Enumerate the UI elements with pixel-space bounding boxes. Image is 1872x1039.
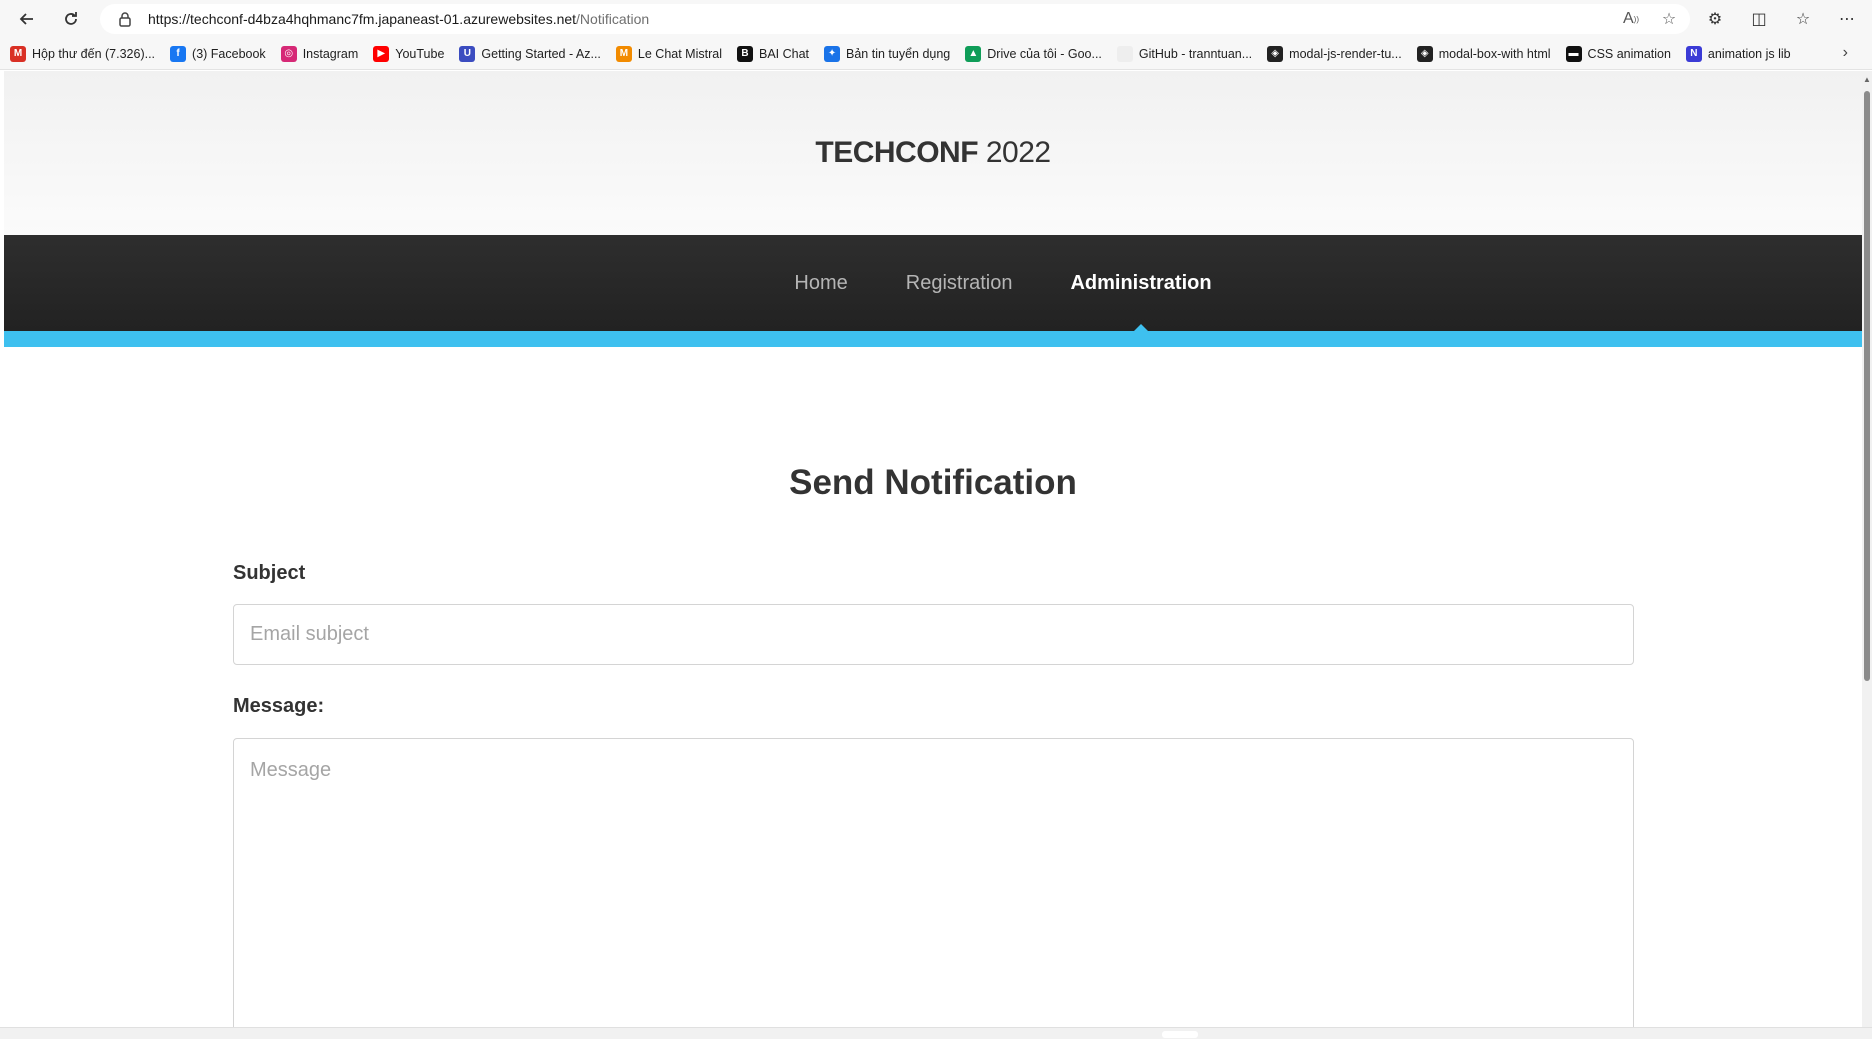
back-icon[interactable] <box>9 1 45 37</box>
scrollbar-thumb[interactable] <box>1864 91 1870 681</box>
page-title: Send Notification <box>789 463 1077 502</box>
browser-toolbar: https://techconf-d4bza4hqhmanc7fm.japane… <box>0 0 1872 38</box>
site-header: TECHCONF 2022 <box>4 71 1862 235</box>
bookmark-item[interactable]: B BAI Chat <box>736 45 810 62</box>
jobs-icon: ✦ <box>824 45 841 62</box>
split-screen-icon[interactable]: ◫ <box>1742 2 1776 36</box>
url-path: /Notification <box>576 11 650 27</box>
favorite-star-icon[interactable]: ☆ <box>1658 8 1680 30</box>
bookmark-label: YouTube <box>395 46 445 61</box>
bookmark-label: Le Chat Mistral <box>637 46 722 61</box>
bookmark-label: modal-box-with html <box>1438 46 1551 61</box>
nav-registration[interactable]: Registration <box>906 272 1013 295</box>
bookmark-item[interactable]: ◈ modal-box-with html <box>1416 45 1551 62</box>
subject-input[interactable] <box>233 604 1634 665</box>
horizontal-scrollbar[interactable] <box>0 1027 1872 1039</box>
extensions-icon[interactable]: ⚙ <box>1698 2 1732 36</box>
bookmark-item[interactable]: f (3) Facebook <box>170 45 266 62</box>
message-textarea[interactable] <box>233 738 1634 1027</box>
bookmark-item[interactable]: U Getting Started - Az... <box>459 45 601 62</box>
bookmark-label: Instagram <box>302 46 359 61</box>
youtube-icon: ▶ <box>373 45 390 62</box>
codepen-icon: ◈ <box>1267 45 1284 62</box>
nav-accent-bar <box>4 331 1862 347</box>
bookmark-label: Hộp thư đến (7.326)... <box>32 46 156 61</box>
bookmark-item[interactable]: M Hộp thư đến (7.326)... <box>10 45 156 62</box>
site-brand[interactable]: TECHCONF 2022 <box>815 136 1051 170</box>
baichat-icon: B <box>736 45 753 62</box>
animation-lib-icon: N <box>1685 45 1702 62</box>
vertical-scrollbar[interactable]: ▲ <box>1862 71 1872 1027</box>
bookmark-label: Drive của tôi - Goo... <box>987 46 1102 61</box>
gmail-icon: M <box>10 45 26 62</box>
azure-icon: U <box>459 45 476 62</box>
lock-icon[interactable] <box>116 10 134 28</box>
subject-label: Subject <box>233 562 306 584</box>
read-aloud-icon[interactable]: A)) <box>1620 8 1642 30</box>
bookmark-item[interactable]: ▲ Drive của tôi - Goo... <box>965 45 1102 62</box>
reload-icon[interactable] <box>53 1 89 37</box>
css-animation-icon: ▬ <box>1565 45 1582 62</box>
bookmark-item[interactable]: Nanimation js lib <box>1685 45 1791 62</box>
bookmark-item[interactable]: ✦ Bản tin tuyển dụng <box>824 45 951 62</box>
address-bar[interactable]: https://techconf-d4bza4hqhmanc7fm.japane… <box>100 4 1690 34</box>
message-label: Message: <box>233 695 325 717</box>
bookmark-item[interactable]: ▶ YouTube <box>373 45 445 62</box>
main-nav: Home Registration Administration <box>4 235 1862 331</box>
facebook-icon: f <box>170 45 187 62</box>
bookmark-label: animation js lib <box>1707 46 1791 61</box>
bookmark-item[interactable]: GitHub - tranntuan... <box>1116 45 1253 62</box>
bookmark-label: Getting Started - Az... <box>481 46 601 61</box>
scroll-up-icon[interactable]: ▲ <box>1863 75 1871 84</box>
more-menu-icon[interactable]: ⋯ <box>1830 2 1864 36</box>
brand-year: 2022 <box>978 136 1051 169</box>
bookmark-label: Bản tin tuyển dụng <box>846 46 951 61</box>
github-icon <box>1116 45 1133 62</box>
url-host: https://techconf-d4bza4hqhmanc7fm.japane… <box>148 11 577 27</box>
page-viewport: TECHCONF 2022 Home Registration Administ… <box>4 71 1862 1027</box>
hscrollbar-thumb[interactable] <box>1162 1031 1198 1038</box>
bookmark-label: (3) Facebook <box>192 46 266 61</box>
bookmark-item[interactable]: ◈ modal-js-render-tu... <box>1267 45 1402 62</box>
brand-name: TECHCONF <box>815 136 979 169</box>
bookmarks-bar: M Hộp thư đến (7.326)... f (3) Facebook ◎ Ins… <box>0 38 1872 70</box>
bookmark-label: modal-js-render-tu... <box>1289 46 1402 61</box>
nav-administration[interactable]: Administration <box>1070 272 1211 295</box>
bookmarks-more-chevron-icon[interactable]: › <box>1843 44 1848 62</box>
codepen-icon: ◈ <box>1416 45 1433 62</box>
bookmark-label: BAI Chat <box>758 46 810 61</box>
mistral-icon: M <box>615 45 632 62</box>
instagram-icon: ◎ <box>280 45 297 62</box>
bookmark-item[interactable]: ▬ CSS animation <box>1565 45 1671 62</box>
google-drive-icon: ▲ <box>965 45 982 62</box>
nav-home[interactable]: Home <box>794 272 847 295</box>
bookmark-item[interactable]: ◎ Instagram <box>280 45 359 62</box>
favorites-icon[interactable]: ☆ <box>1786 2 1820 36</box>
bookmark-item[interactable]: M Le Chat Mistral <box>615 45 722 62</box>
bookmark-label: GitHub - tranntuan... <box>1138 46 1253 61</box>
bookmark-label: CSS animation <box>1587 46 1671 61</box>
